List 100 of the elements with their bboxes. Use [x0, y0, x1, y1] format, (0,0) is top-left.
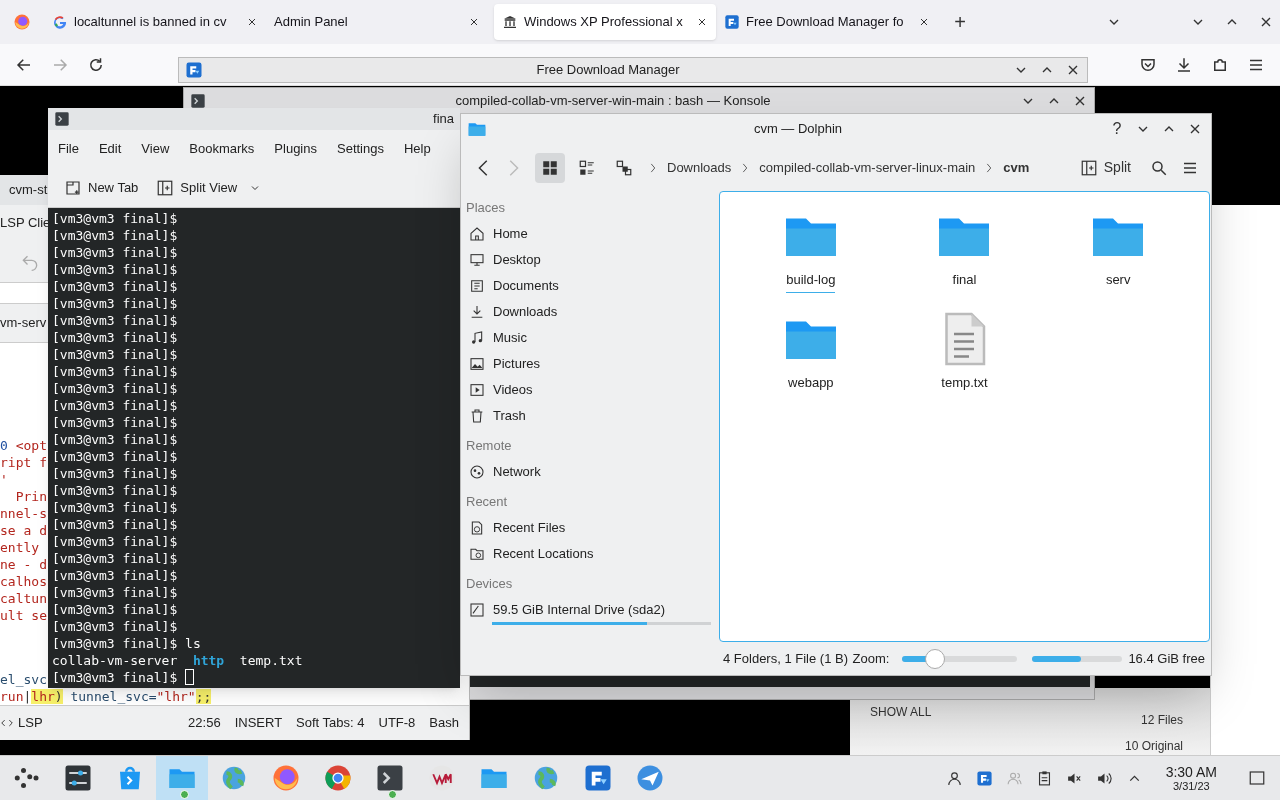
network-icon — [469, 464, 485, 480]
code-line: se a d — [0, 522, 47, 539]
section-heading: Devices — [465, 575, 514, 593]
encoding[interactable]: UTF-8 — [378, 713, 416, 733]
document-tab[interactable]: vm-serv — [0, 313, 47, 333]
code-line: ently — [0, 539, 40, 556]
split-view-button[interactable]: Split View — [156, 177, 262, 198]
close-icon[interactable] — [246, 16, 258, 28]
code-line: nnel-s — [0, 505, 47, 522]
menu-item[interactable]: Plugins — [274, 139, 317, 159]
download-manager-icon[interactable] — [975, 769, 993, 787]
fox-globe-icon[interactable] — [13, 13, 31, 31]
close-icon[interactable] — [918, 16, 930, 28]
menu-item[interactable]: File — [58, 139, 79, 159]
desktop-icon[interactable] — [1248, 769, 1266, 787]
terminal-icon — [54, 111, 70, 127]
files-count: 12 Files — [1140, 712, 1183, 729]
lsp-status[interactable]: LSP — [18, 713, 43, 733]
cursor-position[interactable]: 22:56 — [188, 713, 221, 733]
browser-tab[interactable]: Free Download Manager fo — [716, 4, 938, 40]
sidebar-item[interactable]: Videos — [465, 377, 719, 403]
home-icon — [469, 226, 485, 242]
sidebar-item[interactable]: Pictures — [465, 351, 719, 377]
menu-item[interactable]: Help — [403, 139, 431, 159]
file-name[interactable]: build-log — [786, 270, 836, 293]
help-button[interactable]: ? — [1109, 117, 1125, 141]
file-name[interactable]: serv — [1105, 270, 1131, 293]
tab-title: Free Download Manager fo — [746, 13, 904, 32]
sidebar-item[interactable]: Documents — [465, 273, 719, 299]
file-name[interactable]: webapp — [788, 372, 834, 395]
search-icon[interactable] — [1150, 158, 1168, 177]
g-logo-icon — [52, 14, 68, 30]
sidebar-item[interactable]: Downloads — [465, 299, 719, 325]
document-icon — [469, 278, 485, 294]
editor-tab[interactable]: cvm-st — [0, 180, 48, 200]
fox-globe-icon — [271, 763, 301, 793]
file-name[interactable]: temp.txt — [941, 372, 988, 395]
sidebar-item[interactable]: Desktop — [465, 247, 719, 273]
terminal-line: [vm3@vm3 final]$ — [52, 465, 179, 482]
split-icon — [156, 178, 175, 197]
browser-tab[interactable]: Windows XP Professional x — [494, 4, 716, 40]
code-line: Prin — [14, 488, 47, 505]
browser-tab[interactable]: localtunnel is banned in cv — [44, 4, 266, 40]
code-line: calhos — [0, 573, 47, 590]
music-note-icon — [469, 330, 485, 346]
slider-thumb[interactable] — [924, 649, 945, 669]
close-icon[interactable] — [468, 16, 480, 28]
menu-item[interactable]: Edit — [98, 139, 122, 159]
terminal-line: [vm3@vm3 final]$ — [52, 227, 179, 244]
breadcrumb[interactable]: Downloads — [667, 157, 732, 178]
window-title: compiled-collab-vm-server-win-main : bash — Konsole — [454, 92, 772, 111]
input-mode[interactable]: INSERT — [234, 713, 283, 733]
sidebar-item[interactable]: Recent Locations — [465, 541, 719, 567]
close-icon[interactable] — [696, 16, 708, 28]
new-tab-button[interactable]: + — [948, 12, 972, 32]
status-text: 4 Folders, 1 File (1 B) — [723, 650, 848, 669]
menu-item[interactable]: View — [141, 139, 170, 159]
download-icon[interactable] — [1175, 55, 1193, 74]
original-count: 10 Original — [1124, 739, 1183, 753]
reload-icon[interactable] — [87, 55, 105, 74]
code-line: ript f — [0, 454, 47, 471]
download-manager-icon — [724, 14, 740, 30]
terminal-line: [vm3@vm3 final]$ — [52, 312, 179, 329]
terminal-line: [vm3@vm3 final]$ — [52, 414, 179, 431]
play-icon — [469, 382, 485, 398]
split-button[interactable]: Split — [1079, 157, 1131, 178]
recent-folder-icon — [469, 546, 485, 562]
new-tab-button[interactable]: New Tab — [64, 177, 139, 198]
clock-date: 3/31/23 — [1172, 779, 1210, 793]
indent-setting[interactable]: Soft Tabs: 4 — [296, 713, 365, 733]
syntax-mode[interactable]: Bash — [429, 713, 459, 733]
sidebar-item[interactable]: Network — [465, 459, 719, 485]
view-mode-button[interactable] — [535, 152, 565, 183]
download-manager-icon — [185, 61, 203, 79]
terminal-line: [vm3@vm3 final]$ — [52, 482, 179, 499]
terminal-line: [vm3@vm3 final]$ — [52, 448, 179, 465]
menu-item[interactable]: Bookmarks — [189, 139, 255, 159]
grid-icon — [541, 158, 559, 177]
clock[interactable]: 3:30 AM 3/31/23 — [1165, 763, 1217, 793]
code-line: ne - d — [0, 556, 47, 573]
browser-tab[interactable]: Admin Panel — [266, 4, 488, 40]
code-line: el_svc — [0, 671, 47, 688]
user-icon[interactable] — [945, 769, 963, 787]
file-name[interactable]: final — [952, 270, 977, 293]
sidebar-item[interactable]: Music — [465, 325, 719, 351]
terminal-line: [vm3@vm3 final]$ — [52, 278, 179, 295]
show-all-link[interactable]: SHOW ALL — [870, 703, 932, 721]
sidebar-item[interactable]: Home — [465, 221, 719, 247]
menu-item[interactable]: Settings — [337, 139, 384, 159]
terminal-cursor — [185, 669, 195, 685]
new-tab-icon — [64, 178, 82, 197]
sidebar-item[interactable]: Trash — [465, 403, 719, 429]
breadcrumb[interactable]: cvm — [1003, 157, 1030, 178]
breadcrumb[interactable]: compiled-collab-vm-server-linux-main — [759, 157, 976, 178]
terminal-line: [vm3@vm3 final]$ — [52, 261, 179, 278]
terminal-line: [vm3@vm3 final]$ — [52, 533, 179, 550]
recent-file-icon — [469, 520, 485, 536]
sidebar-item[interactable]: Recent Files — [465, 515, 719, 541]
sidebar-item[interactable]: 59.5 GiB Internal Drive (sda2) — [465, 597, 719, 623]
download-manager-icon — [583, 763, 613, 793]
